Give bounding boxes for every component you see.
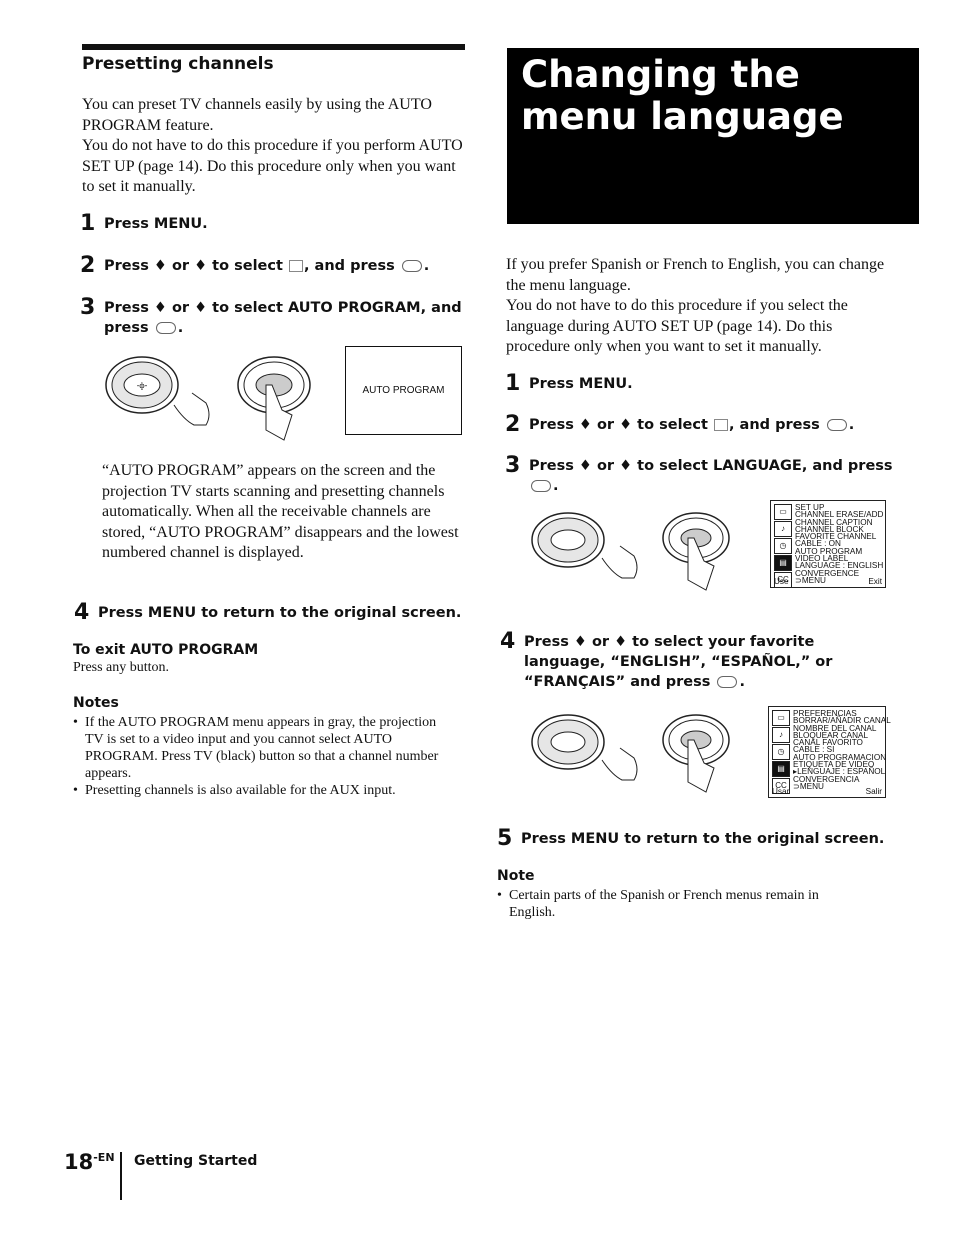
note-item: Certain parts of the Spanish or French m… (497, 887, 857, 921)
setup-menu-icon (713, 419, 728, 431)
svg-text:-ф-: -ф- (137, 381, 148, 390)
joystick-press-arrows-icon (531, 512, 638, 579)
exit-text: Press any button. (73, 660, 170, 675)
step-5: 5 Press MENU to return to the original sc… (497, 826, 885, 851)
joystick-press-center-icon (237, 356, 311, 441)
setup-menu-icon (288, 260, 303, 272)
joystick-press-arrows-icon: -ф- (105, 356, 210, 426)
joystick-button-icon (155, 322, 176, 334)
video-menu-icon: ▭ (772, 710, 790, 726)
setup-menu-icon: ▤ (774, 555, 792, 571)
screen-label: AUTO PROGRAM (362, 385, 445, 396)
exit-label: Salir (865, 786, 882, 796)
tv-menu-spanish: ▭ ♪ ◷ ▤ CC PREFERENCIAS BORRAR/AÑADIR CA… (768, 706, 891, 798)
page-number: 18-EN (64, 1150, 115, 1174)
auto-program-description: “AUTO PROGRAM” appears on the screen and… (102, 462, 459, 561)
step-3: 3 Press ♦ or ♦ to select AUTO PROGRAM, an… (80, 295, 462, 337)
intro-paragraph: You do not have to do this procedure if … (506, 297, 848, 355)
note-item: If the AUTO PROGRAM menu appears in gray… (73, 714, 453, 782)
section-title: Presetting channels (82, 54, 274, 74)
note-heading: Note (497, 868, 535, 884)
intro-paragraph: If you prefer Spanish or French to Engli… (506, 256, 885, 294)
timer-menu-icon: ◷ (774, 538, 792, 554)
section-rule (82, 44, 465, 50)
timer-menu-icon: ◷ (772, 744, 790, 760)
joystick-press-center-icon (662, 714, 730, 793)
menu-items: PREFERENCIAS BORRAR/AÑADIR CANAL NOMBRE … (793, 709, 891, 791)
use-label: Use (774, 576, 789, 586)
chapter-title-banner: Changing the menu language (507, 48, 919, 224)
video-menu-icon: ▭ (774, 504, 792, 520)
audio-menu-icon: ♪ (772, 727, 790, 743)
notes-heading: Notes (73, 695, 119, 711)
joystick-button-icon (531, 480, 551, 492)
step-2: 2 Press ♦ or ♦ to select , and press . (505, 412, 855, 437)
intro-block: You can preset TV channels easily by usi… (82, 95, 467, 198)
joystick-button-icon (401, 260, 422, 272)
chapter-title: Changing the menu language (521, 53, 844, 138)
note-list: Certain parts of the Spanish or French m… (497, 887, 857, 921)
joystick-button-icon (826, 419, 847, 431)
exit-label: Exit (868, 576, 882, 586)
setup-menu-icon: ▤ (772, 761, 790, 777)
step-2: 2 Press ♦ or ♦ to select , and press . (80, 253, 430, 278)
remote-joystick-illustration (531, 512, 730, 591)
step-1: 1 Press MENU. (80, 211, 208, 236)
tv-screen-display: AUTO PROGRAM (345, 346, 462, 435)
step-4: 4 Press MENU to return to the original sc… (74, 600, 462, 625)
step-3: 3 Press ♦ or ♦ to select LANGUAGE, and pr… (505, 453, 893, 495)
remote-joystick-illustration: -ф- (105, 356, 311, 441)
joystick-press-arrows-icon (531, 714, 638, 781)
exit-heading: To exit AUTO PROGRAM (73, 642, 259, 658)
joystick-press-center-icon (662, 512, 730, 591)
footer-divider (120, 1152, 122, 1200)
intro-paragraph: You can preset TV channels easily by usi… (82, 96, 432, 134)
remote-joystick-illustration (531, 714, 730, 793)
step-4: 4 Press ♦ or ♦ to select your favorite la… (500, 629, 833, 691)
menu-items: SET UP CHANNEL ERASE/ADD CHANNEL CAPTION… (795, 503, 884, 585)
use-label: Usar (772, 786, 790, 796)
intro-block: If you prefer Spanish or French to Engli… (506, 255, 891, 358)
joystick-button-icon (717, 676, 738, 688)
notes-list: If the AUTO PROGRAM menu appears in gray… (73, 714, 453, 799)
tv-menu-english: ▭ ♪ ◷ ▤ CC SET UP CHANNEL ERASE/ADD CHAN… (770, 500, 886, 588)
footer-section-label: Getting Started (134, 1153, 258, 1169)
note-item: Presetting channels is also available fo… (73, 782, 453, 799)
intro-paragraph: You do not have to do this procedure if … (82, 137, 463, 195)
step-1: 1 Press MENU. (505, 371, 633, 396)
audio-menu-icon: ♪ (774, 521, 792, 537)
